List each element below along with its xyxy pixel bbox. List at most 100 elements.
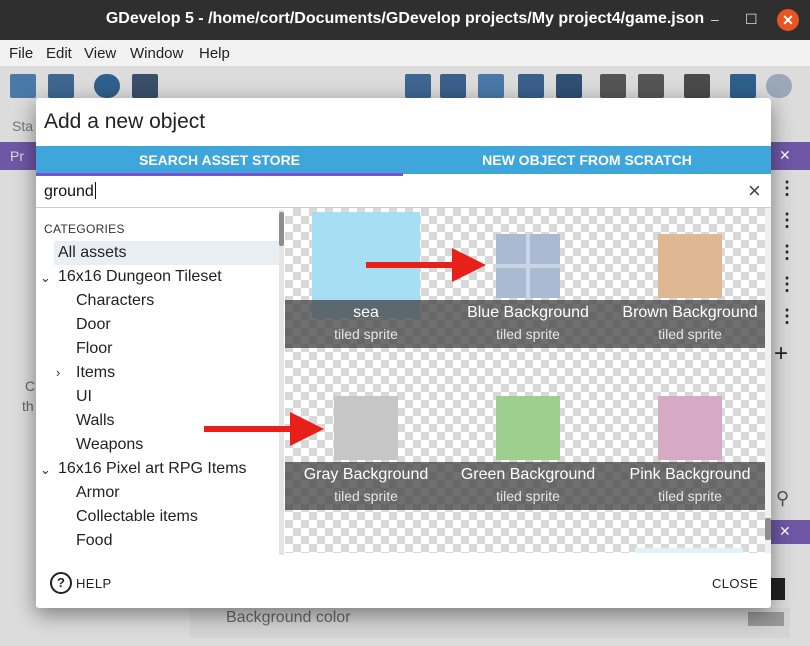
category-characters[interactable]: Characters xyxy=(76,292,154,310)
asset-type: tiled sprite xyxy=(334,488,398,504)
preview-play-icon[interactable] xyxy=(94,74,120,98)
bg-more-icon[interactable]: ⋮ xyxy=(778,274,796,295)
asset-grid-scrollbar-thumb[interactable] xyxy=(765,518,771,540)
close-button[interactable]: CLOSE xyxy=(712,576,758,591)
search-bar[interactable]: ground × xyxy=(36,176,771,208)
asset-type: tiled sprite xyxy=(334,326,398,342)
window-titlebar: GDevelop 5 - /home/cort/Documents/GDevel… xyxy=(0,0,810,40)
properties-icon[interactable] xyxy=(478,74,504,98)
asset-thumbnail xyxy=(658,234,722,298)
arrow-head xyxy=(452,248,486,282)
edit-mode-icon[interactable] xyxy=(684,74,710,98)
zoom-icon[interactable] xyxy=(766,74,792,98)
tab-search-asset-store[interactable]: SEARCH ASSET STORE xyxy=(36,146,403,174)
asset-label: Gray Background tiled sprite xyxy=(285,462,447,510)
bg-panel-close-icon[interactable]: ✕ xyxy=(779,523,791,540)
menu-view[interactable]: View xyxy=(84,45,116,62)
asset-label: Blue Background tiled sprite xyxy=(447,300,609,348)
category-items[interactable]: Items xyxy=(76,364,115,382)
asset-grid: sea tiled sprite Blue Background tiled s… xyxy=(285,208,765,553)
asset-name: Blue Background xyxy=(467,304,589,321)
asset-name: Gray Background xyxy=(303,466,429,483)
minimize-icon[interactable]: – xyxy=(711,11,719,27)
categories-scrollbar-thumb[interactable] xyxy=(279,212,284,246)
category-collectable-items[interactable]: Collectable items xyxy=(76,508,198,526)
bg-more-icon[interactable]: ⋮ xyxy=(778,178,796,199)
tile-divider xyxy=(496,264,560,268)
undo-icon[interactable] xyxy=(600,74,626,98)
bg-more-icon[interactable]: ⋮ xyxy=(778,306,796,327)
asset-type: tiled sprite xyxy=(658,326,722,342)
window-title: GDevelop 5 - /home/cort/Documents/GDevel… xyxy=(105,10,705,27)
asset-name: sea xyxy=(353,304,379,321)
menu-file[interactable]: File xyxy=(9,45,33,62)
clear-search-icon[interactable]: × xyxy=(748,178,761,204)
category-walls[interactable]: Walls xyxy=(76,412,115,430)
maximize-icon[interactable]: ☐ xyxy=(745,11,758,28)
dialog-title: Add a new object xyxy=(44,110,206,133)
scene-icon[interactable] xyxy=(48,74,74,98)
instances-list-icon[interactable] xyxy=(518,74,544,98)
bg-trash-icon[interactable] xyxy=(771,578,785,600)
asset-name: Green Background xyxy=(460,466,596,483)
layers-icon[interactable] xyxy=(556,74,582,98)
category-16x16-pixel-art-rpg-items[interactable]: 16x16 Pixel art RPG Items xyxy=(58,460,247,478)
asset-type: tiled sprite xyxy=(496,326,560,342)
close-window-icon[interactable]: ✕ xyxy=(777,9,799,31)
bg-search-icon[interactable]: ⚲ xyxy=(776,488,789,509)
category-ui[interactable]: UI xyxy=(76,388,92,406)
bg-add-icon[interactable]: + xyxy=(774,340,788,368)
category-door[interactable]: Door xyxy=(76,316,111,334)
asset-card-pink-background[interactable]: Pink Background tiled sprite xyxy=(609,370,765,510)
category-all-assets[interactable]: All assets xyxy=(58,244,126,262)
asset-thumbnail xyxy=(496,396,560,460)
red-arrow-annotation xyxy=(204,412,324,446)
search-input[interactable]: ground xyxy=(44,182,96,201)
help-button[interactable]: HELP xyxy=(76,576,112,591)
menu-window[interactable]: Window xyxy=(130,45,183,62)
asset-name: Brown Background xyxy=(622,304,758,321)
asset-type: tiled sprite xyxy=(658,488,722,504)
category-weapons[interactable]: Weapons xyxy=(76,436,143,454)
red-arrow-annotation xyxy=(366,248,486,282)
bg-pr-fragment: Pr xyxy=(10,148,24,164)
asset-card-brown-background[interactable]: Brown Background tiled sprite xyxy=(609,208,765,348)
chevron-down-icon[interactable]: ⌄ xyxy=(40,462,51,478)
asset-label: Pink Background tiled sprite xyxy=(609,462,765,510)
categories-scrollbar[interactable] xyxy=(279,210,284,555)
category-16x16-dungeon-tileset[interactable]: 16x16 Dungeon Tileset xyxy=(58,268,222,286)
groups-icon[interactable] xyxy=(440,74,466,98)
grid-icon[interactable] xyxy=(730,74,756,98)
asset-thumbnail xyxy=(658,396,722,460)
asset-grid-scrollbar[interactable] xyxy=(765,208,771,553)
debug-icon[interactable] xyxy=(132,74,158,98)
bg-c-fragment: C xyxy=(25,378,36,394)
category-food[interactable]: Food xyxy=(76,532,112,550)
asset-label: Brown Background tiled sprite xyxy=(609,300,765,348)
bg-panel-close-icon[interactable]: ✕ xyxy=(779,147,791,164)
asset-label: Green Background tiled sprite xyxy=(447,462,609,510)
menu-help[interactable]: Help xyxy=(199,45,230,62)
arrow-head xyxy=(290,412,324,446)
chevron-right-icon[interactable]: › xyxy=(56,365,60,380)
chevron-down-icon[interactable]: ⌄ xyxy=(40,270,51,286)
project-manager-icon[interactable] xyxy=(10,74,36,98)
category-floor[interactable]: Floor xyxy=(76,340,112,358)
asset-card-green-background[interactable]: Green Background tiled sprite xyxy=(447,370,609,510)
objects-icon[interactable] xyxy=(405,74,431,98)
menu-edit[interactable]: Edit xyxy=(46,45,72,62)
categories-panel: CATEGORIES All assets ⌄ 16x16 Dungeon Ti… xyxy=(36,208,279,553)
bg-more-icon[interactable]: ⋮ xyxy=(778,242,796,263)
redo-icon[interactable] xyxy=(638,74,664,98)
bg-th-fragment: th xyxy=(22,398,34,414)
categories-header: CATEGORIES xyxy=(44,222,125,236)
tab-new-object-from-scratch[interactable]: NEW OBJECT FROM SCRATCH xyxy=(403,146,771,174)
bg-background-color-label: Background color xyxy=(226,609,351,626)
add-object-dialog: Add a new object SEARCH ASSET STORE NEW … xyxy=(36,98,771,608)
category-armor[interactable]: Armor xyxy=(76,484,120,502)
help-icon[interactable]: ? xyxy=(50,572,72,594)
bg-sta-fragment: Sta xyxy=(12,118,34,134)
bg-more-icon[interactable]: ⋮ xyxy=(778,210,796,231)
bg-color-swatch[interactable] xyxy=(748,612,784,626)
asset-thumbnail xyxy=(334,396,398,460)
